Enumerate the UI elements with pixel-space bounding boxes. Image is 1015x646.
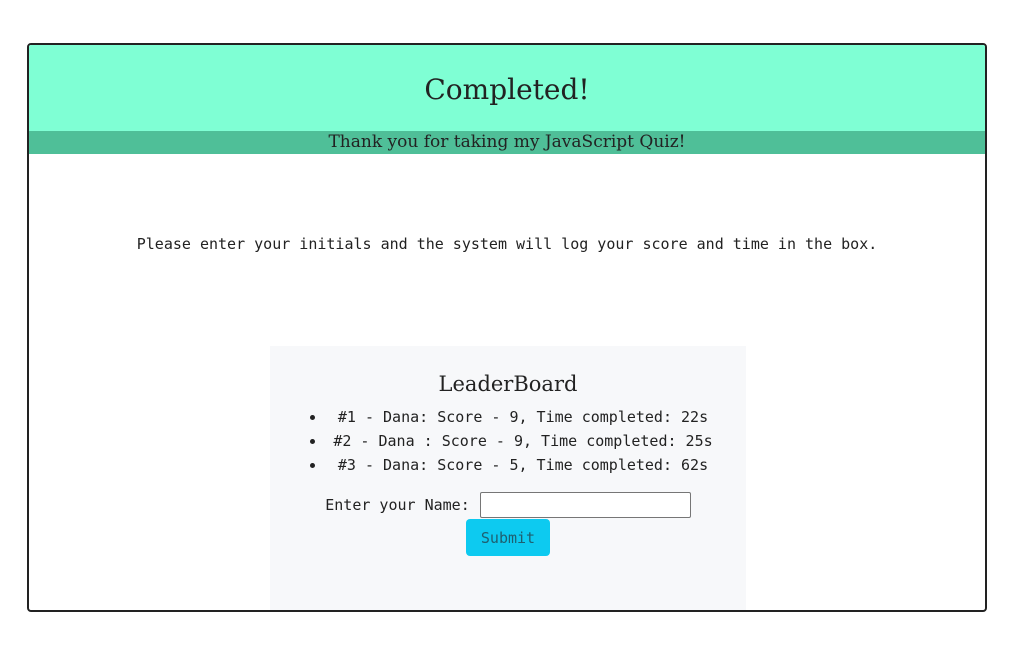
name-label: Enter your Name: — [325, 496, 470, 514]
leaderboard-list: #1 - Dana: Score - 9, Time completed: 22… — [270, 405, 720, 477]
quiz-completed-card: Completed! Thank you for taking my JavaS… — [27, 43, 987, 612]
leaderboard-entry: #2 - Dana : Score - 9, Time completed: 2… — [326, 429, 720, 453]
submit-row: Submit — [270, 519, 746, 556]
leaderboard-entry: #3 - Dana: Score - 5, Time completed: 62… — [326, 453, 720, 477]
submit-button[interactable]: Submit — [466, 519, 550, 556]
page-title: Completed! — [424, 72, 590, 106]
name-entry-row: Enter your Name: — [270, 492, 746, 518]
name-input[interactable] — [479, 492, 691, 518]
header-banner: Completed! — [29, 45, 985, 131]
leaderboard-entry: #1 - Dana: Score - 9, Time completed: 22… — [326, 405, 720, 429]
leaderboard-title: LeaderBoard — [438, 372, 578, 396]
subtitle-bar: Thank you for taking my JavaScript Quiz! — [29, 131, 985, 154]
leaderboard-panel: LeaderBoard #1 - Dana: Score - 9, Time c… — [270, 346, 746, 610]
instructions-text: Please enter your initials and the syste… — [136, 235, 878, 253]
